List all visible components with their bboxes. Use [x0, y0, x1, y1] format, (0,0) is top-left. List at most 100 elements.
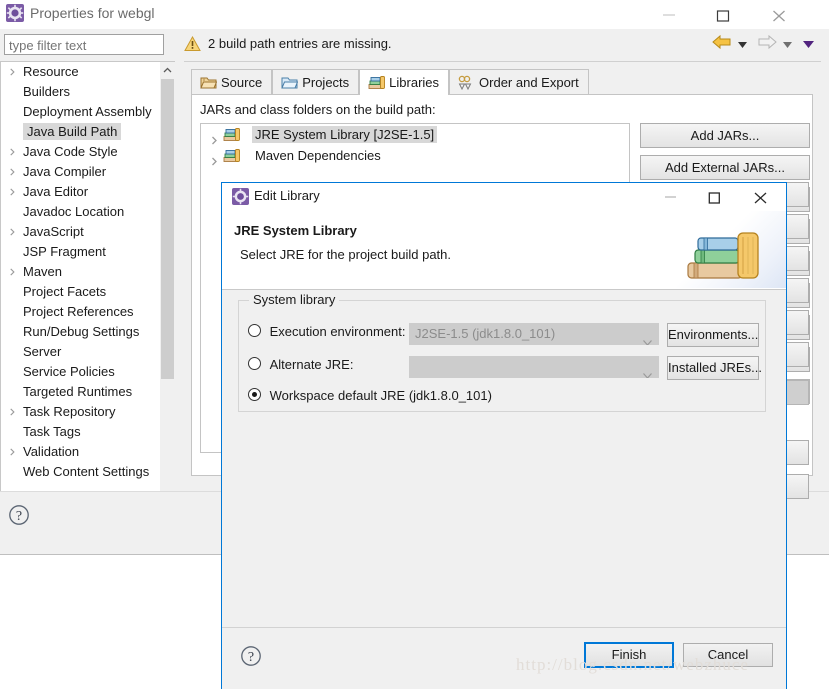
option-alternate-jre[interactable]: Alternate JRE: — [248, 356, 353, 378]
window-title: Properties for webgl — [30, 5, 155, 21]
help-question-icon[interactable]: ? — [240, 645, 262, 670]
dialog-header: JRE System Library Select JRE for the pr… — [222, 211, 786, 290]
close-icon[interactable] — [756, 0, 802, 29]
tab-libraries[interactable]: Libraries — [359, 69, 450, 95]
entry-label: Maven Dependencies — [255, 148, 381, 163]
sidebar-item[interactable]: Validation — [1, 442, 175, 462]
window-title-bar: Properties for webgl — [0, 0, 829, 29]
option-workspace-default-jre[interactable]: Workspace default JRE (jdk1.8.0_101) — [248, 387, 492, 409]
settings-tree[interactable]: Resource Builders Deployment Assembly Java … — [0, 61, 175, 501]
sidebar-item[interactable]: Task Repository — [1, 402, 175, 422]
tab-label: Projects — [302, 75, 350, 90]
occluded-button[interactable] — [787, 342, 809, 367]
radio-alternate-jre[interactable] — [248, 357, 261, 370]
back-menu-caret-down-icon[interactable] — [738, 36, 748, 51]
view-menu-caret-down-filled-icon[interactable] — [803, 36, 814, 51]
watermark-text: http://blog.csdn.net/webzhuce — [516, 655, 749, 674]
forward-menu-caret-down-icon[interactable] — [783, 36, 793, 51]
build-path-entry[interactable]: JRE System Library [J2SE-1.5] — [201, 124, 629, 145]
sidebar-item[interactable]: Server — [1, 342, 175, 362]
tab-projects[interactable]: Projects — [272, 69, 360, 95]
filter-input[interactable] — [4, 34, 164, 55]
tab-source[interactable]: Source — [191, 69, 273, 95]
system-library-group-label: System library — [249, 292, 340, 307]
sidebar-item[interactable]: Task Tags — [1, 422, 175, 442]
sidebar-item[interactable]: Javadoc Location — [1, 202, 175, 222]
sidebar-item[interactable]: Service Policies — [1, 362, 175, 382]
occluded-button[interactable] — [787, 440, 809, 465]
sidebar-item[interactable]: Project References — [1, 302, 175, 322]
sidebar-item[interactable]: Deployment Assembly — [1, 102, 175, 122]
expand-chevron-icon[interactable] — [211, 151, 218, 172]
tree-scroll-thumb[interactable] — [161, 79, 174, 379]
sidebar-item-label: JSP Fragment — [23, 244, 106, 259]
add-jars-button[interactable]: Add JARs... — [640, 123, 810, 148]
svg-text:?: ? — [16, 509, 22, 524]
sidebar-item[interactable]: Builders — [1, 82, 175, 102]
dialog-close-icon[interactable] — [738, 183, 784, 211]
maximize-icon[interactable] — [700, 0, 746, 29]
sidebar-item[interactable]: JSP Fragment — [1, 242, 175, 262]
sidebar-item[interactable]: Project Facets — [1, 282, 175, 302]
occluded-button[interactable] — [787, 214, 809, 239]
sidebar-item[interactable]: Run/Debug Settings — [1, 322, 175, 342]
build-path-tabs: Source Projects Libraries Order and Export — [191, 69, 589, 95]
occluded-button[interactable] — [787, 474, 809, 499]
eclipse-properties-icon — [6, 4, 24, 22]
occluded-button[interactable] — [787, 310, 809, 335]
forward-arrow-icon[interactable] — [757, 34, 777, 53]
tab-label: Order and Export — [479, 75, 579, 90]
sidebar-item-label: Java Code Style — [23, 144, 118, 159]
sidebar-item[interactable]: Java Editor — [1, 182, 175, 202]
add-external-jars-button[interactable]: Add External JARs... — [640, 155, 810, 180]
sidebar-item[interactable]: JavaScript — [1, 222, 175, 242]
sidebar-item[interactable]: Resource — [1, 62, 175, 82]
svg-text:?: ? — [248, 650, 254, 665]
back-arrow-icon[interactable] — [711, 34, 732, 53]
sidebar-item[interactable]: Maven — [1, 262, 175, 282]
sidebar-item[interactable]: Java Code Style — [1, 142, 175, 162]
radio-workspace-default-jre[interactable] — [248, 388, 261, 401]
books-illustration — [676, 211, 786, 288]
sidebar-item[interactable]: Web Content Settings — [1, 462, 175, 482]
tab-order-and-export[interactable]: Order and Export — [449, 69, 589, 95]
sidebar-item-label: Run/Debug Settings — [23, 324, 140, 339]
help-question-icon[interactable]: ? — [8, 504, 30, 529]
occluded-button[interactable] — [787, 278, 809, 303]
sidebar-item-label: Deployment Assembly — [23, 104, 152, 119]
sidebar-item-label: Task Repository — [23, 404, 116, 419]
sidebar-item[interactable]: Java Build Path — [1, 122, 175, 142]
execution-environment-combo[interactable]: J2SE-1.5 (jdk1.8.0_101) — [409, 323, 659, 345]
option-execution-environment[interactable]: Execution environment: — [248, 323, 405, 345]
occluded-button[interactable] — [787, 182, 809, 207]
navigation-pane: Resource Builders Deployment Assembly Java … — [0, 29, 175, 517]
build-path-entry[interactable]: Maven Dependencies — [201, 145, 629, 166]
sidebar-item-label: JavaScript — [23, 224, 84, 239]
sidebar-item-label: Java Editor — [23, 184, 89, 199]
warning-message: 2 build path entries are missing. — [208, 36, 392, 51]
dialog-maximize-icon[interactable] — [692, 183, 738, 211]
alternate-jre-combo[interactable] — [409, 356, 659, 378]
sidebar-item-label: Service Policies — [23, 364, 115, 379]
occluded-button[interactable] — [787, 246, 809, 271]
sidebar-item-label: Targeted Runtimes — [23, 384, 133, 399]
tree-vertical-scrollbar[interactable] — [160, 62, 175, 500]
sidebar-item-label: Java Build Path — [23, 123, 122, 140]
sidebar-item-label: Server — [23, 344, 62, 359]
environments-button[interactable]: Environments... — [667, 323, 759, 347]
scroll-up-icon[interactable] — [160, 62, 175, 78]
libraries-books-icon — [368, 73, 386, 89]
sidebar-item[interactable]: Targeted Runtimes — [1, 382, 175, 402]
minimize-icon[interactable] — [646, 0, 692, 29]
dialog-minimize-icon[interactable] — [648, 183, 694, 211]
library-books-icon — [223, 127, 240, 142]
sidebar-item[interactable]: Java Compiler — [1, 162, 175, 182]
pane-separator — [184, 61, 821, 62]
system-library-group: System library Execution environment: J2… — [238, 292, 766, 412]
chevron-down-icon — [643, 331, 652, 345]
dialog-body: System library Execution environment: J2… — [222, 290, 786, 627]
radio-execution-environment[interactable] — [248, 324, 261, 337]
installed-jres-button[interactable]: Installed JREs... — [667, 356, 762, 380]
occluded-buttons-sliver — [787, 182, 809, 499]
dialog-header-subtitle: Select JRE for the project build path. — [240, 247, 452, 262]
